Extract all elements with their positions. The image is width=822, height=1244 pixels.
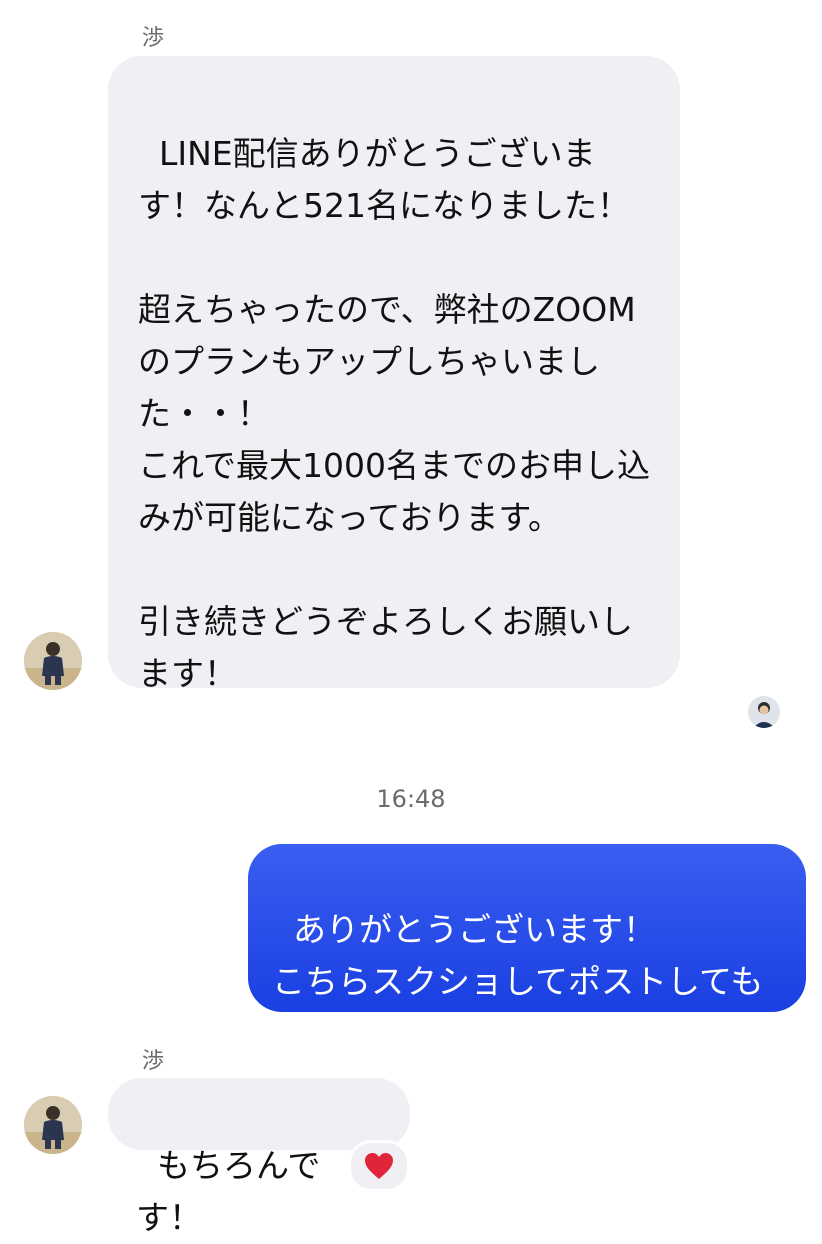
message-text: ありがとうございます！ こちらスクショしてポストしてもよろしいでしょうか！ [272,910,764,1053]
message-reaction[interactable] [348,1140,410,1192]
profile-photo-avatar [24,632,82,690]
sender-avatar[interactable] [24,632,82,690]
incoming-message-bubble[interactable]: LINE配信ありがとうございます！なんと521名になりました！ 超えちゃったので… [108,56,680,693]
sender-avatar[interactable] [24,1096,82,1154]
read-receipt-avatar-icon [748,696,780,728]
timestamp: 16:48 [376,785,446,813]
incoming-message-bubble[interactable]: もちろんです！ [108,1078,410,1237]
message-text: もちろんです！ [136,1146,321,1237]
profile-photo-avatar [24,1096,82,1154]
heart-icon [365,1153,393,1179]
message-text: LINE配信ありがとうございます！なんと521名になりました！ 超えちゃったので… [138,134,650,693]
read-receipt-avatar [748,696,780,728]
sender-name: 渉 [142,1049,165,1074]
sender-name: 渉 [142,26,165,51]
outgoing-message-bubble[interactable]: ありがとうございます！ こちらスクショしてポストしてもよろしいでしょうか！ [248,844,806,1053]
